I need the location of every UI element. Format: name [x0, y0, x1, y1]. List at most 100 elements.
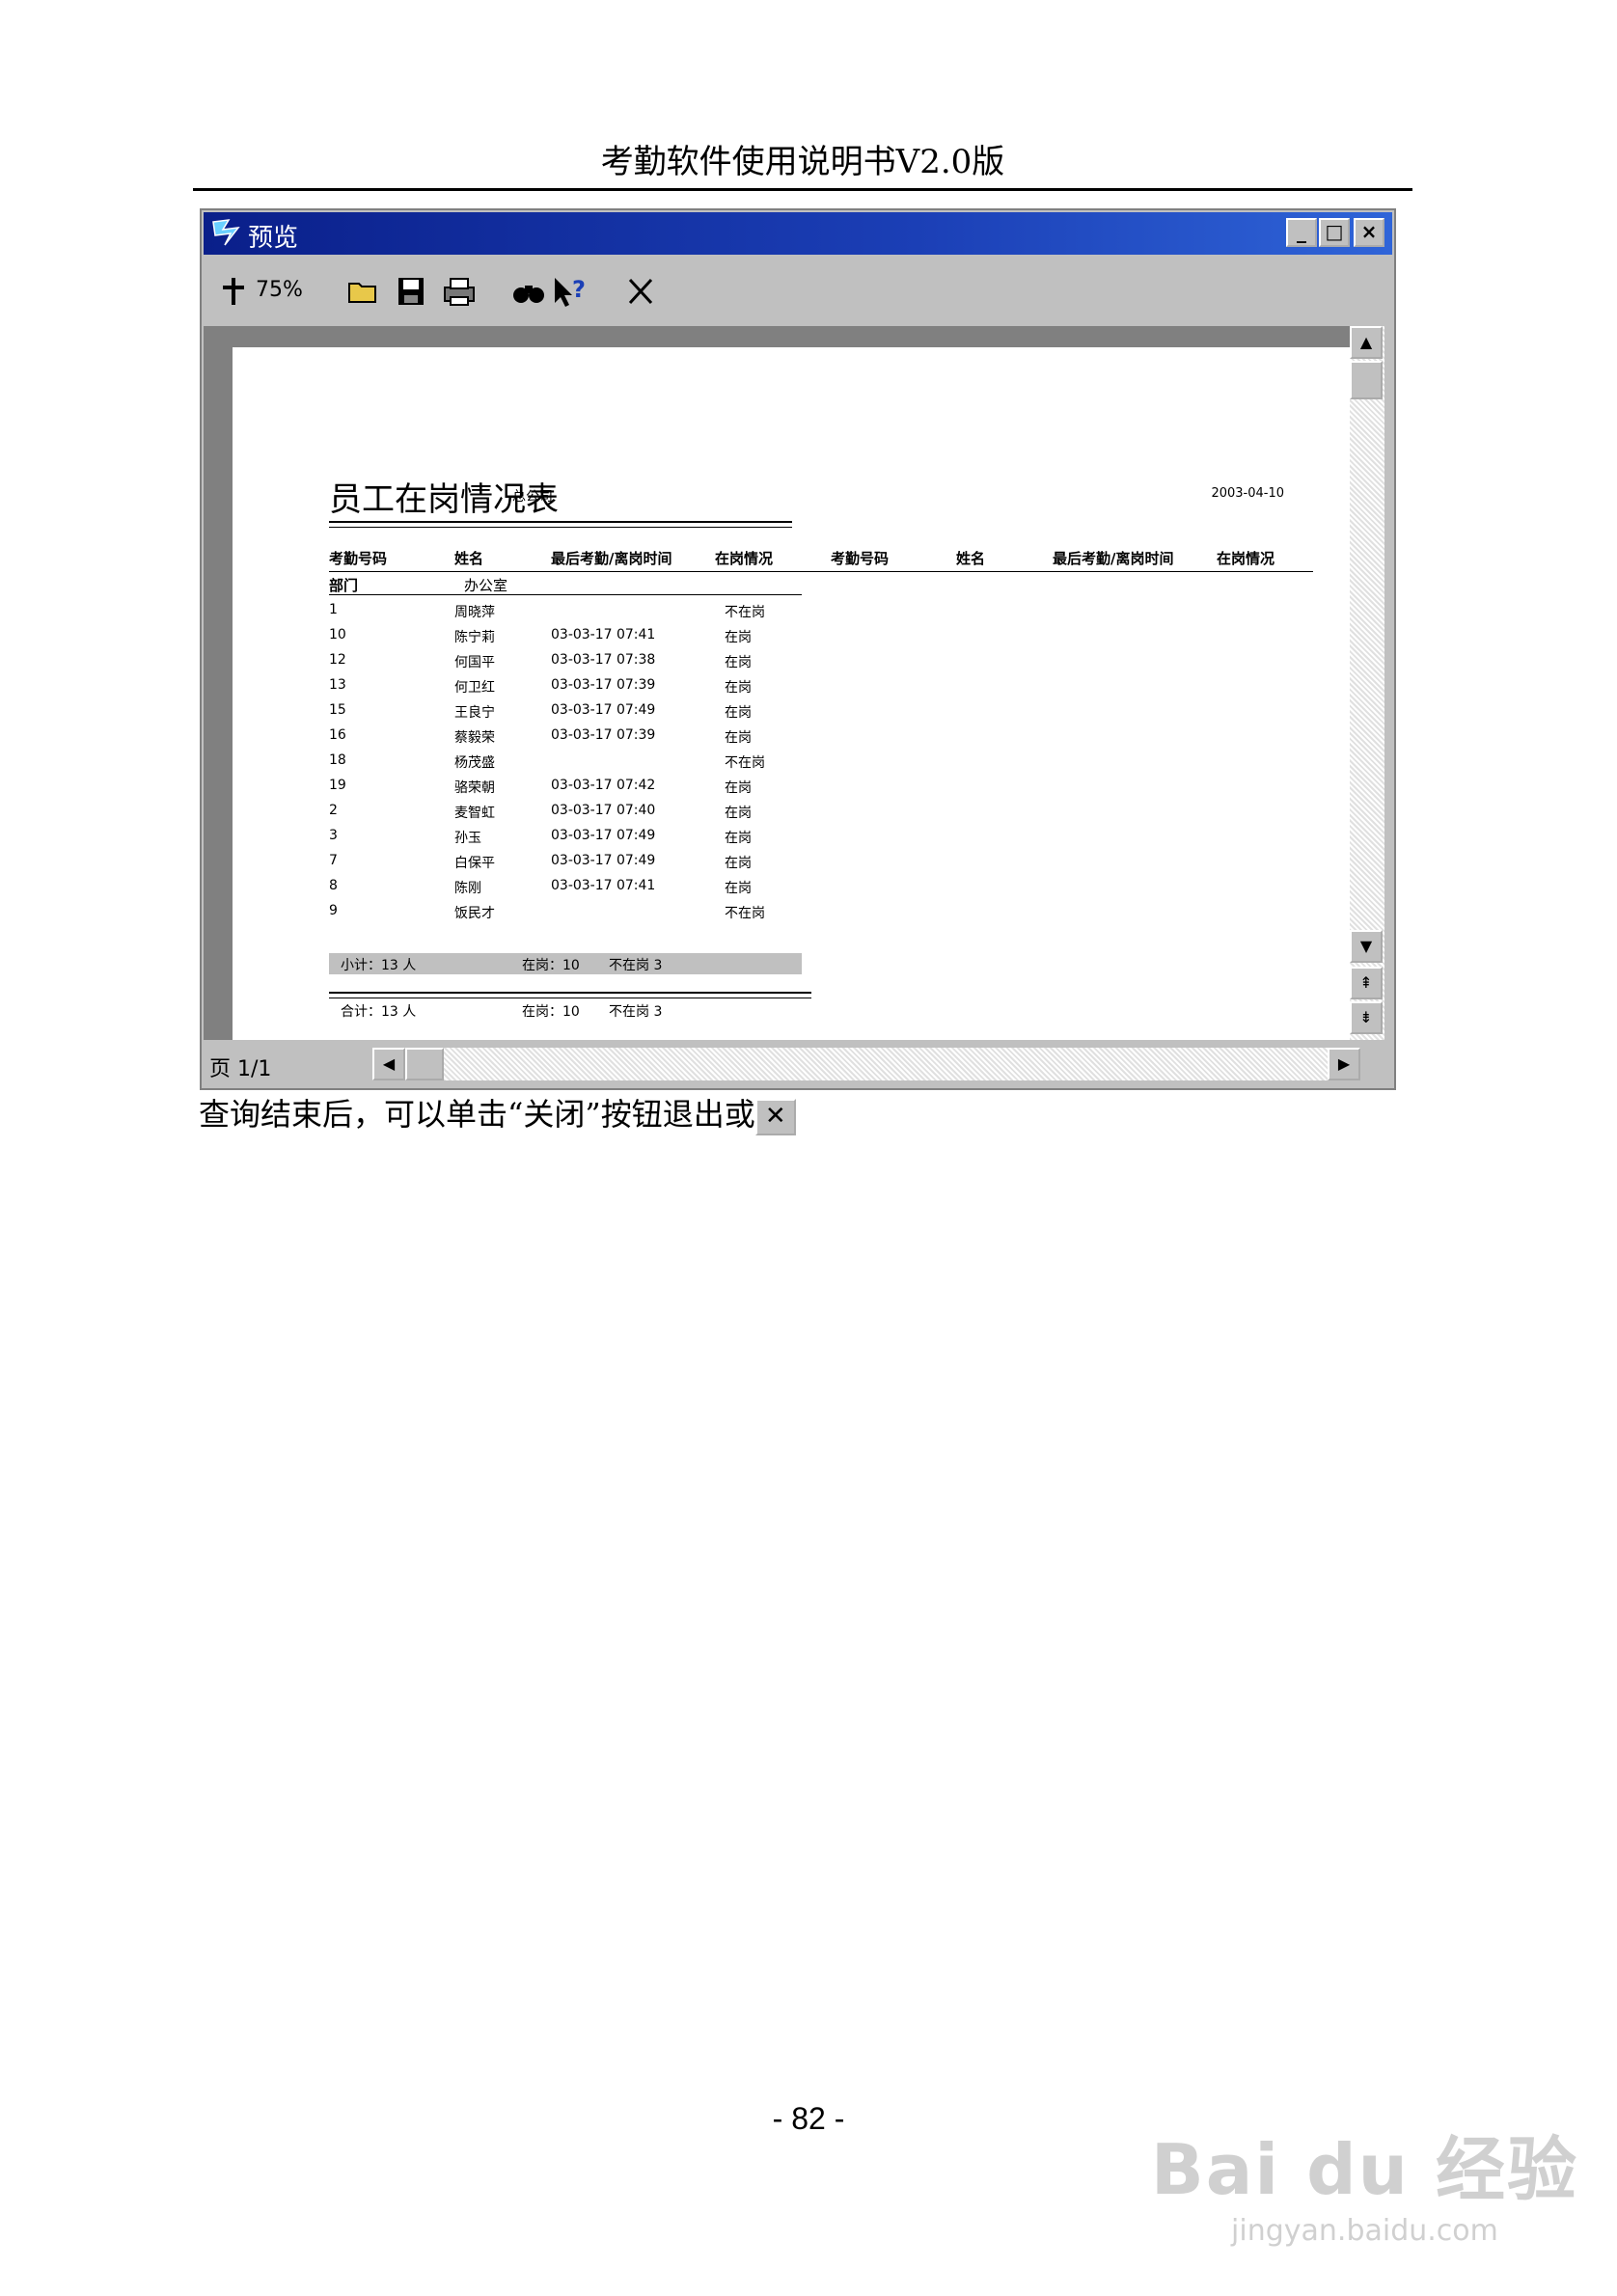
department-label: 部门	[329, 577, 359, 594]
document-header: 考勤软件使用说明书V2.0版	[600, 143, 1005, 181]
watermark-url: jingyan.baidu.com	[1231, 2214, 1498, 2248]
table-row: 19 骆荣朝 03-03-17 07:42 在岗	[329, 778, 811, 803]
cell-time: 03-03-17 07:49	[551, 853, 656, 868]
cell-name: 白保平	[454, 856, 495, 871]
page-up-button[interactable]: ⇞	[1350, 967, 1383, 999]
cell-status: 在岗	[725, 831, 752, 846]
close-button[interactable]: ×	[1354, 218, 1384, 247]
cell-id: 16	[329, 727, 346, 743]
cell-id: 10	[329, 627, 346, 642]
total-count: 合计：13 人	[341, 1004, 417, 1020]
table-row: 18 杨茂盛 不在岗	[329, 752, 811, 778]
scroll-thumb[interactable]	[1350, 361, 1383, 399]
print-icon[interactable]	[441, 274, 478, 309]
cell-name: 陈宁莉	[454, 630, 495, 645]
help-icon[interactable]: ?	[551, 274, 589, 309]
cell-time: 03-03-17 07:49	[551, 702, 656, 718]
cell-name: 杨茂盛	[454, 755, 495, 771]
zoom-label[interactable]: 75%	[256, 278, 303, 313]
cell-status: 不在岗	[725, 605, 765, 620]
cell-status: 在岗	[725, 856, 752, 871]
table-row: 12 何国平 03-03-17 07:38 在岗	[329, 652, 811, 677]
table-row: 2 麦智虹 03-03-17 07:40 在岗	[329, 803, 811, 828]
cell-status: 在岗	[725, 680, 752, 696]
zoom-icon[interactable]	[217, 274, 250, 309]
total-rule	[329, 992, 811, 994]
cell-name: 王良宁	[454, 705, 495, 721]
cell-time: 03-03-17 07:40	[551, 803, 656, 818]
col-header-time: 最后考勤/离岗时间	[551, 550, 672, 567]
find-icon[interactable]	[510, 274, 547, 309]
col-header-status-2: 在岗情况	[1217, 550, 1275, 567]
table-row: 8 陈刚 03-03-17 07:41 在岗	[329, 878, 811, 903]
cell-status: 在岗	[725, 806, 752, 821]
scroll-down-button[interactable]: ▼	[1350, 930, 1383, 963]
maximize-button[interactable]: □	[1319, 218, 1350, 247]
cell-status: 在岗	[725, 655, 752, 670]
svg-text:?: ?	[572, 276, 586, 303]
open-folder-icon[interactable]	[346, 274, 381, 309]
page-indicator: 页 1/1	[209, 1057, 272, 1081]
cell-id: 12	[329, 652, 346, 668]
scroll-left-button[interactable]: ◀	[372, 1048, 405, 1080]
save-icon[interactable]	[395, 274, 427, 309]
minimize-button[interactable]: _	[1286, 218, 1317, 247]
col-header-status: 在岗情况	[715, 550, 774, 567]
cell-id: 7	[329, 853, 338, 868]
total-on: 在岗：10	[522, 1004, 580, 1020]
cell-name: 骆荣朝	[454, 780, 495, 796]
toolbar: 75% ?	[204, 257, 1392, 322]
cell-name: 蔡毅荣	[454, 730, 495, 746]
subtotal-off: 不在岗 3	[609, 958, 663, 973]
cell-id: 13	[329, 677, 346, 693]
title-rule-2	[329, 527, 792, 528]
instruction-text: 查询结束后，可以单击“关闭”按钮退出或 ✕	[199, 1090, 796, 1135]
cell-status: 在岗	[725, 730, 752, 746]
table-row: 3 孙玉 03-03-17 07:49 在岗	[329, 828, 811, 853]
total-off: 不在岗 3	[609, 1004, 663, 1020]
total-row: 合计：13 人 在岗：10 不在岗 3	[329, 999, 811, 1023]
table-row: 1 周晓萍 不在岗	[329, 602, 811, 627]
subtotal-on: 在岗：10	[522, 958, 580, 973]
watermark: Bai du 经验 jingyan.baidu.com	[1151, 2113, 1578, 2248]
col-header-name-2: 姓名	[956, 550, 986, 567]
report-date: 2003-04-10	[1211, 486, 1284, 501]
cell-status: 在岗	[725, 881, 752, 896]
table-row: 16 蔡毅荣 03-03-17 07:39 在岗	[329, 727, 811, 752]
table-row: 10 陈宁莉 03-03-17 07:41 在岗	[329, 627, 811, 652]
cell-id: 3	[329, 828, 338, 843]
cell-time: 03-03-17 07:41	[551, 627, 656, 642]
h-scroll-thumb[interactable]	[405, 1048, 444, 1080]
col-header-id: 考勤号码	[329, 550, 388, 567]
cell-name: 饭民才	[454, 906, 495, 921]
col-header-name: 姓名	[454, 550, 484, 567]
cell-time: 03-03-17 07:38	[551, 652, 656, 668]
table-row: 13 何卫红 03-03-17 07:39 在岗	[329, 677, 811, 702]
col-header-time-2: 最后考勤/离岗时间	[1053, 550, 1174, 567]
page-down-button[interactable]: ⇟	[1350, 1001, 1383, 1034]
title-bar[interactable]: 预览 _ □ ×	[204, 212, 1392, 255]
subtotal-count: 小计：13 人	[341, 958, 417, 973]
cell-name: 何国平	[454, 655, 495, 670]
report-subtitle: 总公司	[512, 489, 553, 505]
preview-area: 员工在岗情况表 总公司 2003-04-10 考勤号码 姓名 最后考勤/离岗时间…	[204, 326, 1350, 1040]
horizontal-scrollbar[interactable]: ◀ ▶	[372, 1048, 1360, 1080]
scroll-up-button[interactable]: ▲	[1350, 326, 1383, 359]
cell-time: 03-03-17 07:42	[551, 778, 656, 793]
cell-name: 周晓萍	[454, 605, 495, 620]
window-title: 预览	[248, 224, 299, 253]
status-bar: 页 1/1 ◀ ▶	[204, 1042, 1392, 1086]
cell-id: 19	[329, 778, 346, 793]
cell-status: 在岗	[725, 780, 752, 796]
close-preview-icon[interactable]	[624, 274, 657, 309]
cell-status: 在岗	[725, 705, 752, 721]
app-icon	[212, 219, 240, 246]
cell-time: 03-03-17 07:41	[551, 878, 656, 893]
cell-id: 18	[329, 752, 346, 768]
cell-id: 1	[329, 602, 338, 617]
cell-name: 麦智虹	[454, 806, 495, 821]
scroll-right-button[interactable]: ▶	[1328, 1048, 1360, 1080]
table-row: 15 王良宁 03-03-17 07:49 在岗	[329, 702, 811, 727]
vertical-scrollbar[interactable]: ▲ ▼ ⇞ ⇟	[1350, 326, 1384, 1040]
cell-time: 03-03-17 07:39	[551, 727, 656, 743]
